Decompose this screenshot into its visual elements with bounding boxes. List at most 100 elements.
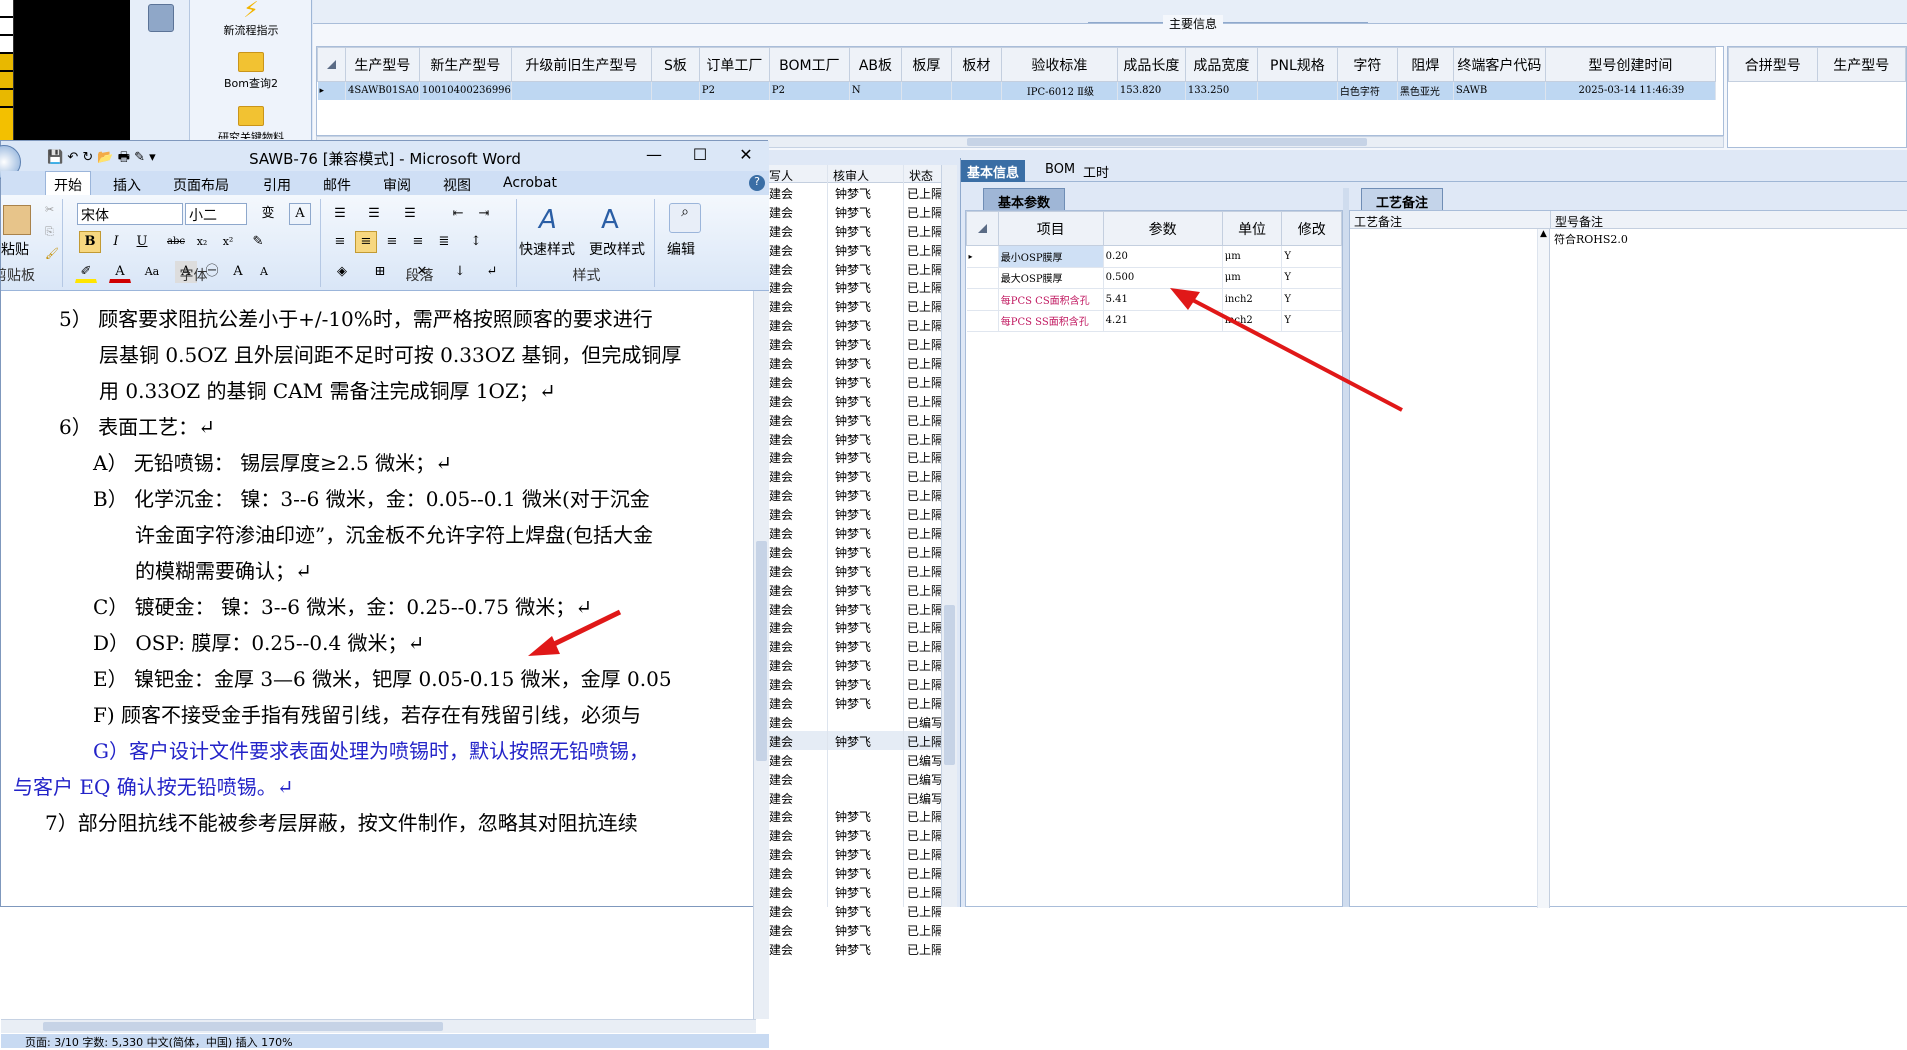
document-line[interactable]: F) 顾客不接受金手指有残留引线，若存在有残留引线，必须与 (93, 699, 641, 728)
document-line[interactable]: 5） 顾客要求阻抗公差小于+/-10%时，需严格按照顾客的要求进行 (59, 303, 653, 332)
document-horizontal-scrollbar[interactable] (1, 1019, 756, 1033)
col-header-6[interactable]: AB板 (848, 47, 902, 82)
col-header-unit[interactable]: 单位 (1221, 211, 1283, 246)
list-item[interactable]: 建会 钟梦飞 已上隔 (769, 202, 956, 221)
document-line[interactable]: 用 0.33OZ 的基铜 CAM 需备注完成铜厚 1OZ；↵ (99, 375, 556, 404)
list-item[interactable]: 建会 钟梦飞 已上隔 (769, 221, 956, 240)
document-line[interactable]: 与客户 EQ 确认按无铅喷锡。↵ (13, 771, 293, 800)
table-row[interactable]: 每PCS CS面积含孔 5.41 inch2 Y (966, 288, 1342, 311)
list-item[interactable]: 建会 已编写 (769, 712, 956, 731)
param-unit[interactable]: μm (1222, 245, 1283, 268)
document-page[interactable]: 5） 顾客要求阻抗公差小于+/-10%时，需严格按照顾客的要求进行层基铜 0.5… (1, 291, 751, 891)
launcher-item-key-material[interactable]: 研究关键物料 (190, 106, 312, 139)
justify-icon[interactable]: ≡ (407, 231, 429, 253)
subtab-basic-params[interactable]: 基本参数 (983, 188, 1066, 211)
col-header-16[interactable]: 型号创建时间 (1544, 47, 1716, 82)
change-styles-icon[interactable]: A (601, 205, 619, 235)
list-item[interactable]: 建会 钟梦飞 已上隔 (769, 844, 956, 863)
document-line[interactable]: G）客户设计文件要求表面处理为喷锡时，默认按照无铅喷锡， (93, 735, 649, 764)
param-item[interactable]: 每PCS SS面积含孔 (998, 310, 1104, 332)
param-value[interactable]: 0.500 (1103, 267, 1223, 289)
paste-icon[interactable] (3, 205, 31, 235)
col-header-11[interactable]: 成品宽度 (1184, 47, 1258, 82)
list-item[interactable]: 建会 钟梦飞 已上隔 (769, 901, 956, 920)
quick-styles-button[interactable]: 快速样式 (519, 239, 575, 259)
table-cell[interactable]: N (849, 81, 902, 100)
list-item[interactable]: 建会 钟梦飞 已上隔 (769, 806, 956, 825)
cut-icon[interactable]: ✂ (45, 203, 54, 216)
col-header-writer[interactable]: 写人 (769, 167, 793, 184)
col-header-0[interactable]: 生产型号 (345, 47, 420, 82)
italic-button[interactable]: I (105, 231, 127, 253)
tab-bom[interactable]: BOM (1039, 160, 1081, 182)
tab-insert[interactable]: 插入 (113, 175, 141, 195)
change-case-icon[interactable]: 变 (257, 203, 279, 225)
numbering-icon[interactable]: ☰ (363, 203, 385, 225)
list-item[interactable]: 建会 钟梦飞 已上隔 (769, 183, 956, 202)
param-modify[interactable]: Y (1281, 310, 1342, 332)
note-scrollbar[interactable]: ▲ (1537, 229, 1549, 908)
col-header-12[interactable]: PNL规格 (1256, 47, 1338, 82)
list-item[interactable]: 建会 钟梦飞 已上隔 (769, 372, 956, 391)
close-button[interactable]: ✕ (731, 145, 761, 164)
scroll-thumb[interactable] (43, 1022, 443, 1031)
binoculars-icon[interactable]: ⌕ (669, 203, 701, 233)
col-header-process-note[interactable]: 工艺备注 (1350, 211, 1550, 229)
gamepad-icon[interactable] (148, 4, 174, 32)
list-item[interactable]: 建会 钟梦飞 已上隔 (769, 693, 956, 712)
editing-button[interactable]: 编辑 (667, 239, 695, 259)
document-line[interactable]: 层基铜 0.5OZ 且外层间距不足时可按 0.33OZ 基铜，但完成铜厚 (99, 339, 681, 368)
list-item[interactable]: 建会 钟梦飞 已上隔 (769, 296, 956, 315)
param-value[interactable]: 0.20 (1103, 245, 1223, 268)
param-unit[interactable]: inch2 (1222, 310, 1283, 332)
list-item[interactable]: 建会 钟梦飞 已上隔 (769, 920, 956, 939)
list-item[interactable]: 建会 已编写 (769, 769, 956, 788)
table-cell[interactable] (1257, 81, 1338, 100)
table-cell[interactable] (511, 81, 652, 100)
table-cell[interactable] (651, 81, 700, 100)
table-cell[interactable]: 2025-03-14 11:46:39 (1545, 81, 1716, 100)
tab-acrobat[interactable]: Acrobat (503, 175, 557, 191)
tab-basic-info[interactable]: 基本信息 (961, 160, 1026, 182)
list-item[interactable]: 建会 钟梦飞 已上隔 (769, 429, 956, 448)
param-unit[interactable]: inch2 (1222, 288, 1283, 311)
bullets-icon[interactable]: ☰ (329, 203, 351, 225)
decrease-indent-icon[interactable]: ⇤ (447, 203, 469, 225)
document-line[interactable]: A） 无铅喷锡： 锡层厚度≥2.5 微米；↵ (93, 447, 452, 476)
param-modify[interactable]: Y (1281, 267, 1342, 289)
list-item[interactable]: 建会 钟梦飞 已上隔 (769, 353, 956, 372)
col-header-model-note[interactable]: 型号备注 (1550, 211, 1907, 229)
col-header-9[interactable]: 验收标准 (1000, 47, 1118, 82)
list-item[interactable]: 建会 钟梦飞 已上隔 (769, 485, 956, 504)
col-header-5[interactable]: BOM工厂 (768, 47, 850, 82)
col-header-7[interactable]: 板厚 (900, 47, 952, 82)
font-size-select[interactable]: 小二 (185, 203, 247, 225)
param-item[interactable]: 每PCS CS面积含孔 (998, 288, 1104, 311)
table-cell[interactable]: 黑色亚光 (1397, 81, 1454, 100)
table-cell[interactable]: IPC-6012 Ⅱ级 (1001, 81, 1118, 100)
list-item[interactable]: 建会 钟梦飞 已上隔 (769, 391, 956, 410)
param-value[interactable]: 4.21 (1103, 310, 1223, 332)
col-header-13[interactable]: 字符 (1336, 47, 1398, 82)
process-note-field[interactable]: ▲ (1350, 229, 1550, 908)
record-list-scrollbar[interactable] (941, 165, 957, 907)
table-row[interactable]: ▸ 4SAWB01SA0 10010400236996 P2 P2 N IPC-6012 Ⅱ… (317, 81, 1716, 100)
table-row[interactable]: 每PCS SS面积含孔 4.21 inch2 Y (966, 310, 1342, 332)
distributed-icon[interactable]: ≣ (433, 231, 455, 253)
model-note-text[interactable]: 符合ROHS2.0 (1554, 231, 1628, 247)
list-item[interactable]: 建会 钟梦飞 已上隔 (769, 825, 956, 844)
list-item[interactable]: 建会 钟梦飞 已上隔 (769, 730, 956, 750)
table-cell[interactable] (901, 81, 952, 100)
table-cell[interactable]: SAWB (1453, 81, 1546, 100)
align-left-icon[interactable]: ≡ (329, 231, 351, 253)
document-line[interactable]: 7）部分阻抗线不能被参考层屏蔽，按文件制作，忽略其对阻抗连续 (45, 807, 638, 836)
list-item[interactable]: 建会 钟梦飞 已上隔 (769, 447, 956, 466)
minimize-button[interactable]: — (639, 145, 669, 164)
maximize-button[interactable]: ☐ (685, 145, 715, 164)
align-center-icon[interactable]: ≡ (355, 231, 377, 253)
col-header-2[interactable]: 升级前旧生产型号 (510, 47, 652, 82)
list-item[interactable]: 建会 钟梦飞 已上隔 (769, 599, 956, 618)
list-item[interactable]: 建会 钟梦飞 已上隔 (769, 542, 956, 561)
list-item[interactable]: 建会 钟梦飞 已上隔 (769, 523, 956, 542)
col-header-14[interactable]: 阻焊 (1396, 47, 1454, 82)
